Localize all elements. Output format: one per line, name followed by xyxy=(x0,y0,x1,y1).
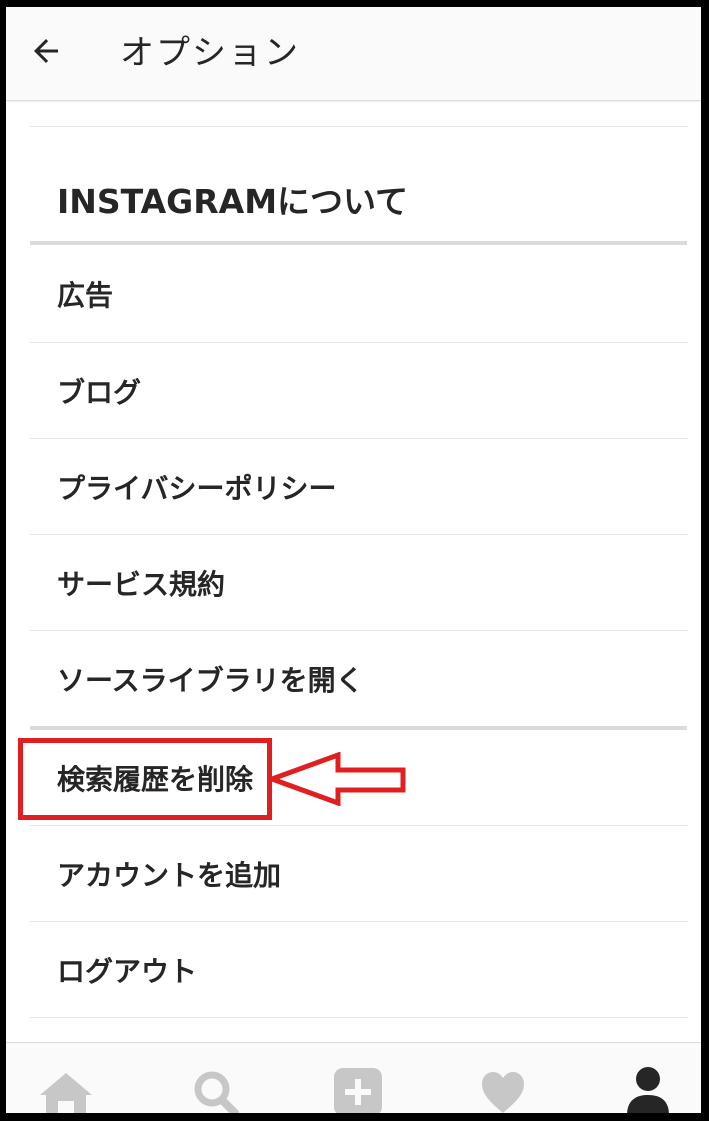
nav-home[interactable] xyxy=(36,1069,96,1113)
list-item-open-source-libraries[interactable]: ソースライブラリを開く xyxy=(30,631,687,726)
options-list: INSTAGRAMについて 広告 ブログ プライバシーポリシー サービス規約 ソ… xyxy=(30,101,687,1018)
annotation-arrow-icon xyxy=(268,752,406,806)
annotation-highlight-box xyxy=(18,738,272,820)
list-item-privacy-policy[interactable]: プライバシーポリシー xyxy=(30,439,687,534)
list-item-add-account[interactable]: アカウントを追加 xyxy=(30,826,687,921)
list-item-ads[interactable]: 広告 xyxy=(30,245,687,342)
add-icon xyxy=(334,1068,382,1113)
divider xyxy=(30,1017,687,1018)
back-button[interactable] xyxy=(26,31,66,71)
section-header-about: INSTAGRAMについて xyxy=(57,182,409,221)
arrow-left-icon xyxy=(34,39,58,63)
home-icon xyxy=(40,1073,92,1113)
nav-add-post[interactable] xyxy=(333,1067,383,1113)
top-app-bar: オプション xyxy=(6,7,701,101)
list-item-logout[interactable]: ログアウト xyxy=(30,922,687,1017)
heart-icon xyxy=(482,1072,524,1113)
list-item-blog[interactable]: ブログ xyxy=(30,343,687,438)
app-screen: オプション INSTAGRAMについて 広告 ブログ プライバシーポリシー サー… xyxy=(6,7,701,1113)
nav-search[interactable] xyxy=(191,1069,241,1113)
profile-icon xyxy=(627,1067,669,1113)
bottom-navigation xyxy=(6,1042,701,1113)
nav-activity[interactable] xyxy=(480,1069,526,1113)
list-item-terms-of-service[interactable]: サービス規約 xyxy=(30,535,687,630)
page-title: オプション xyxy=(120,33,300,73)
search-icon xyxy=(194,1071,239,1113)
nav-profile[interactable] xyxy=(625,1065,671,1113)
